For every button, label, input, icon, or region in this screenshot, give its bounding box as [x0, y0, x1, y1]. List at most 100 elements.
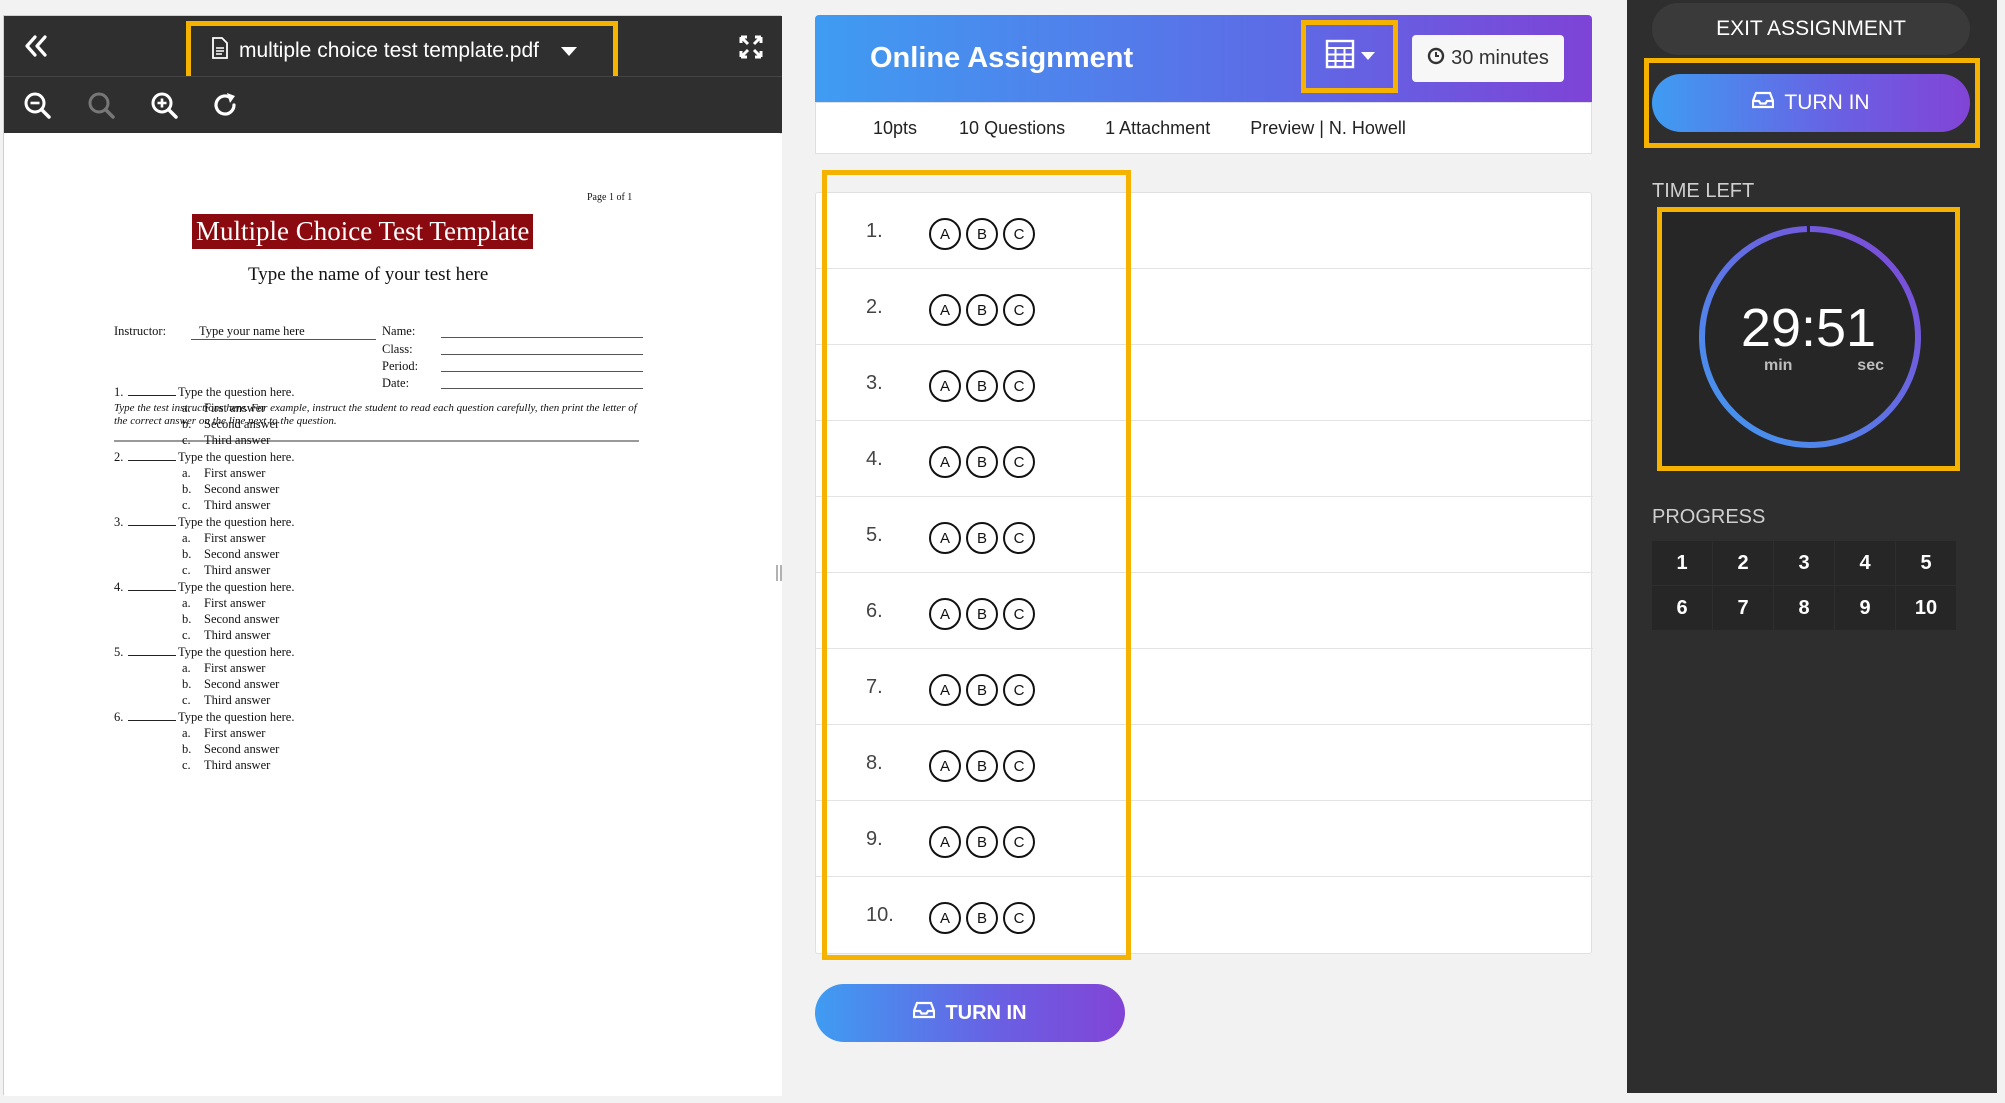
progress-label: PROGRESS: [1652, 506, 1766, 528]
pdf-answer-text: Third answer: [204, 498, 271, 512]
answer-bubble[interactable]: C: [1003, 598, 1035, 630]
turn-in-label: TURN IN: [1784, 91, 1870, 114]
pdf-question-text: Type the question here.: [178, 645, 295, 659]
answer-bubble[interactable]: A: [929, 674, 961, 706]
answer-bubble[interactable]: A: [929, 370, 961, 402]
answer-bubble[interactable]: A: [929, 902, 961, 934]
answer-bubble[interactable]: B: [966, 294, 998, 326]
answer-bubble[interactable]: C: [1003, 750, 1035, 782]
progress-item[interactable]: 5: [1896, 541, 1956, 585]
pdf-answer-letter: a.: [182, 401, 191, 415]
assignment-meta-bar: 10pts 10 Questions 1 Attachment Preview …: [815, 102, 1592, 154]
answer-bubble[interactable]: C: [1003, 294, 1035, 326]
progress-item[interactable]: 4: [1835, 541, 1895, 585]
answer-bubble[interactable]: B: [966, 446, 998, 478]
period-underline: [441, 371, 643, 372]
answer-bubbles: ABC: [929, 522, 1035, 554]
answer-row: 3. A B C: [816, 345, 1593, 421]
answer-row: 5. A B C: [816, 497, 1593, 573]
answer-row: 4. A B C: [816, 421, 1593, 497]
pdf-answer-letter: b.: [182, 677, 192, 691]
pdf-question-text: Type the question here.: [178, 385, 295, 399]
answer-bubble[interactable]: B: [966, 218, 998, 250]
zoom-out-icon[interactable]: [20, 88, 54, 122]
answer-bubble[interactable]: A: [929, 750, 961, 782]
zoom-in-icon[interactable]: [147, 88, 181, 122]
answer-bubble[interactable]: A: [929, 218, 961, 250]
exit-assignment-button[interactable]: EXIT ASSIGNMENT: [1652, 3, 1970, 55]
answer-row-number: 2.: [866, 296, 883, 318]
pdf-answer-option: a. First answer: [114, 530, 514, 546]
answer-row: 10. A B C: [816, 877, 1593, 953]
assignment-main: Online Assignment 30 minutes 10pts 10 Qu…: [783, 0, 1623, 1103]
pdf-answer-option: c. Third answer: [114, 562, 514, 578]
answer-bubble[interactable]: C: [1003, 446, 1035, 478]
attachments-link[interactable]: 1 Attachment: [1105, 118, 1210, 139]
answer-bubble[interactable]: C: [1003, 826, 1035, 858]
answer-bubble[interactable]: C: [1003, 218, 1035, 250]
pdf-answer-text: First answer: [204, 466, 266, 480]
answer-bubble[interactable]: A: [929, 826, 961, 858]
answer-row: 7. A B C: [816, 649, 1593, 725]
pdf-answer-letter: b.: [182, 742, 192, 756]
pdf-question-number: 2.: [114, 450, 124, 464]
answer-blank: [128, 384, 176, 396]
progress-item[interactable]: 10: [1896, 586, 1956, 630]
progress-item[interactable]: 1: [1652, 541, 1712, 585]
time-limit-text: 30 minutes: [1451, 47, 1549, 69]
answer-bubble[interactable]: B: [966, 826, 998, 858]
pdf-answer-text: Third answer: [204, 693, 271, 707]
progress-item[interactable]: 6: [1652, 586, 1712, 630]
answer-bubble[interactable]: B: [966, 750, 998, 782]
pdf-answer-text: Third answer: [204, 433, 271, 447]
answer-bubble[interactable]: C: [1003, 370, 1035, 402]
pdf-question: 3. Type the question here. a. First answer b…: [114, 514, 514, 578]
answer-bubble[interactable]: B: [966, 674, 998, 706]
pdf-answer-option: b. Second answer: [114, 416, 514, 432]
countdown-timer: 29:51 min sec: [1657, 207, 1960, 471]
file-select-dropdown[interactable]: multiple choice test template.pdf: [186, 21, 618, 81]
progress-item[interactable]: 8: [1774, 586, 1834, 630]
pdf-question: 2. Type the question here. a. First answer b…: [114, 449, 514, 513]
instructor-value: Type your name here: [199, 324, 305, 338]
pdf-question-number: 5.: [114, 645, 124, 659]
app-window: multiple choice test template.pdf Page 1…: [0, 0, 2005, 1103]
pdf-answer-letter: b.: [182, 547, 192, 561]
pdf-answer-letter: a.: [182, 531, 191, 545]
pdf-answer-option: b. Second answer: [114, 546, 514, 562]
answer-bubble[interactable]: A: [929, 446, 961, 478]
answer-bubble[interactable]: C: [1003, 522, 1035, 554]
answer-bubbles: ABC: [929, 902, 1035, 934]
pdf-answer-text: First answer: [204, 531, 266, 545]
answer-row-number: 9.: [866, 828, 883, 850]
sidebar-turn-in-button[interactable]: TURN IN: [1652, 74, 1970, 132]
answer-bubble[interactable]: B: [966, 902, 998, 934]
magnifier-icon[interactable]: [84, 88, 118, 122]
document-subtitle: Type the name of your test here: [248, 264, 489, 285]
progress-item[interactable]: 2: [1713, 541, 1773, 585]
pdf-answer-letter: c.: [182, 628, 191, 642]
pdf-answer-option: c. Third answer: [114, 497, 514, 513]
answer-sheet: 1. A B C 2. A B C 3. A B C 4. A B C 5. A B C 6. A B C 7. A B C 8. A B C…: [815, 192, 1593, 954]
turn-in-button[interactable]: TURN IN: [815, 984, 1125, 1042]
answer-bubble[interactable]: B: [966, 522, 998, 554]
progress-item[interactable]: 3: [1774, 541, 1834, 585]
document-title: Multiple Choice Test Template: [192, 214, 534, 249]
pdf-answer-option: b. Second answer: [114, 611, 514, 627]
rotate-icon[interactable]: [209, 88, 243, 122]
expand-icon[interactable]: [734, 30, 768, 64]
answer-bubble[interactable]: C: [1003, 674, 1035, 706]
progress-item[interactable]: 7: [1713, 586, 1773, 630]
answer-bubble[interactable]: A: [929, 522, 961, 554]
pdf-answer-option: c. Third answer: [114, 627, 514, 643]
answer-bubble[interactable]: A: [929, 598, 961, 630]
pdf-answer-letter: a.: [182, 596, 191, 610]
answer-bubble[interactable]: C: [1003, 902, 1035, 934]
progress-item[interactable]: 9: [1835, 586, 1895, 630]
answer-bubble[interactable]: A: [929, 294, 961, 326]
calculator-dropdown-button[interactable]: [1301, 20, 1398, 93]
answer-bubble[interactable]: B: [966, 370, 998, 402]
double-chevron-left-icon[interactable]: [18, 28, 54, 64]
answer-bubbles: ABC: [929, 674, 1035, 706]
answer-bubble[interactable]: B: [966, 598, 998, 630]
